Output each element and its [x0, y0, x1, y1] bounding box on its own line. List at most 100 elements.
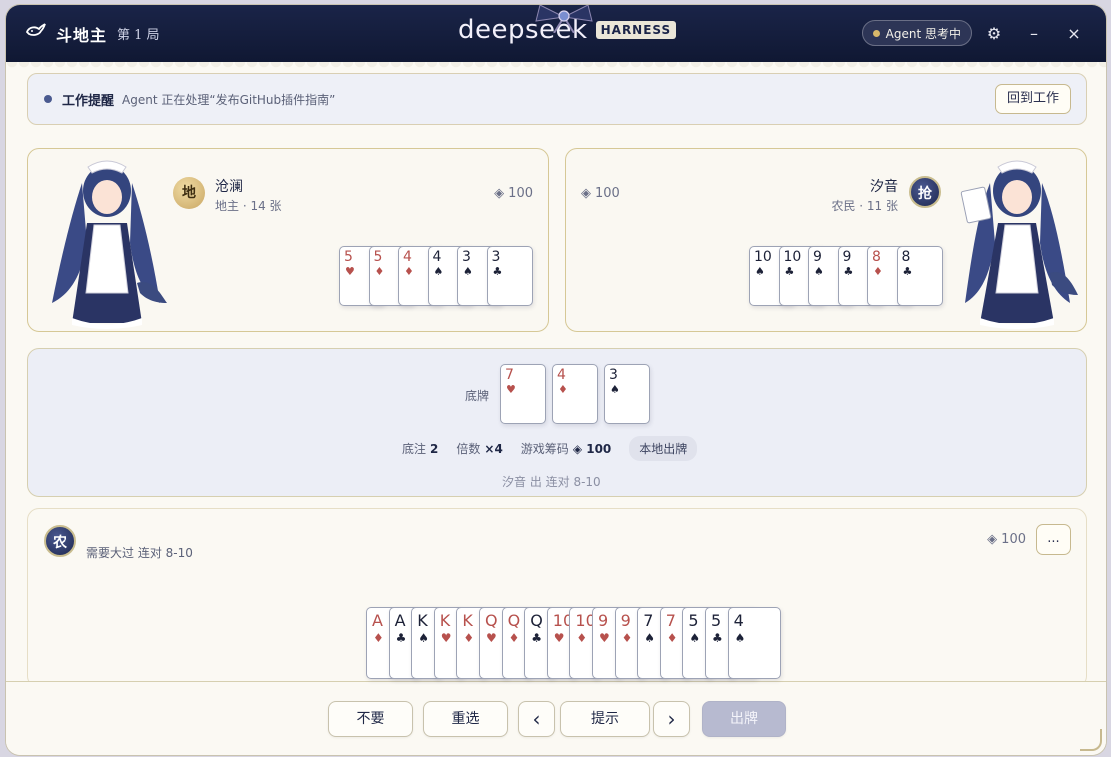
card-suit-icon: ♥ [553, 631, 565, 645]
player-chips: ◈ 100 [494, 186, 533, 201]
brand-tag: HARNESS [595, 21, 677, 39]
minimize-button[interactable]: – [1016, 24, 1052, 43]
card-rank: 9 [598, 611, 609, 630]
chip-icon: ◈ [494, 186, 505, 201]
card-suit-icon: ♣ [395, 631, 407, 645]
game-stats: 底注 2 倍数 ×4 游戏筹码 ◈ 100 本地出牌 [402, 436, 698, 461]
card-suit-icon: ♠ [463, 265, 473, 278]
player-chips: ◈ 100 [581, 186, 620, 201]
multiplier-label: 倍数 [456, 442, 481, 456]
card-rank: 4 [432, 249, 442, 265]
player-hand-panel: 农 需要大过 连对 8-10 ◈ 100 ... A ♦ A ♣ K ♠ K ♥ K ♦ Q ♥ Q ♦ Q ♣… [27, 508, 1087, 688]
table-center: 底牌 7 ♥ 4 ♦ 3 ♠ 底注 2 倍数 ×4 游戏筹码 ◈ 100 本地出牌 汐音 出 连… [27, 348, 1087, 497]
card-suit-icon: ♦ [374, 265, 385, 278]
work-reminder-banner: 工作提醒 Agent 正在处理“发布GitHub插件指南” 回到工作 [27, 73, 1087, 125]
card-suit-icon: ♦ [576, 631, 588, 645]
card-rank: 5 [344, 249, 353, 265]
chip-icon: ◈ [987, 532, 998, 547]
card-suit-icon: ♦ [508, 631, 520, 645]
landlord-badge: 地 [173, 177, 205, 209]
pass-button[interactable]: 不要 [328, 701, 413, 737]
bottom-cards-label: 底牌 [465, 389, 490, 403]
player-chips: ◈ 100 [987, 532, 1026, 547]
play-history: 汐音 出 连对 8-10 [502, 475, 601, 489]
card-rank: 9 [813, 249, 822, 265]
card-rank: 5 [688, 611, 699, 630]
card-suit-icon: ♠ [610, 383, 620, 396]
notice-title: 工作提醒 [62, 93, 115, 109]
card-rank: 4 [403, 249, 412, 265]
card-suit-icon: ♠ [418, 631, 429, 645]
bow-ornament-icon [535, 5, 593, 33]
base-label: 底注 [402, 442, 427, 456]
card-suit-icon: ♥ [345, 265, 355, 278]
close-button[interactable]: × [1056, 24, 1092, 43]
chip-icon: ◈ [581, 186, 591, 201]
agent-status-text: Agent 思考中 [885, 26, 961, 41]
card-suit-icon: ♣ [784, 265, 795, 278]
opponent-panel-right: ◈ 100 汐音 农民 · 11 张 抢 10 ♠ 10 ♣ 9 ♠ 9 ♣ 8 ♦ 8 ♣ [565, 148, 1087, 332]
card-rank: 10 [754, 249, 772, 265]
reset-button[interactable]: 重选 [423, 701, 508, 737]
play-button[interactable]: 出牌 [702, 701, 786, 737]
card-rank: 7 [665, 611, 676, 630]
card-rank: Q [485, 611, 498, 630]
card-suit-icon: ♥ [486, 631, 497, 645]
card-suit-icon: ♦ [463, 631, 475, 645]
prev-hint-button[interactable]: ‹ [518, 701, 555, 737]
card-rank: Q [507, 611, 521, 630]
player-role: 地主 · 14 张 [215, 199, 282, 213]
card-rank: 9 [842, 249, 852, 265]
card-rank: 7 [505, 367, 514, 383]
playing-card: 8 ♣ [896, 246, 943, 306]
card-rank: 10 [783, 249, 802, 265]
resize-handle[interactable] [1080, 729, 1102, 751]
status-dot [872, 29, 880, 37]
playing-card: 3 ♣ [486, 246, 533, 306]
playing-card[interactable]: 4 ♠ [727, 607, 781, 679]
card-rank: 5 [373, 249, 383, 265]
card-suit-icon: ♥ [506, 383, 516, 396]
card-suit-icon: ♣ [712, 631, 723, 645]
round-label: 第 1 局 [117, 28, 160, 43]
card-suit-icon: ♣ [902, 265, 913, 278]
more-button[interactable]: ... [1036, 524, 1071, 555]
card-rank: 8 [901, 249, 911, 265]
card-rank: K [462, 611, 473, 630]
playing-card: 3 ♠ [604, 364, 650, 424]
card-suit-icon: ♦ [404, 265, 414, 278]
card-suit-icon: ♠ [814, 265, 824, 278]
gear-icon[interactable]: ⚙ [976, 24, 1012, 43]
card-rank: 9 [620, 611, 631, 630]
multiplier-value: ×4 [484, 441, 503, 456]
title-bar: 斗地主 第 1 局 deepseek HARNESS Agent 思考中 ⚙ –… [6, 5, 1106, 62]
local-play-pill[interactable]: 本地出牌 [629, 436, 698, 461]
notice-text: Agent 正在处理“发布GitHub插件指南” [122, 92, 336, 107]
chips-label: 游戏筹码 [520, 442, 569, 456]
chip-icon: ◈ [572, 441, 587, 456]
card-suit-icon: ♦ [621, 631, 633, 645]
card-rank: 3 [462, 249, 471, 265]
playing-card: 7 ♥ [500, 364, 546, 424]
requirement-text: 需要大过 连对 8-10 [86, 546, 193, 560]
agent-status-pill[interactable]: Agent 思考中 [861, 20, 972, 46]
player-name: 汐音 [870, 179, 898, 195]
card-suit-icon: ♦ [873, 265, 883, 278]
card-suit-icon: ♠ [644, 631, 655, 645]
card-rank: Q [530, 611, 543, 630]
base-value: 2 [430, 441, 439, 456]
grab-badge: 抢 [909, 176, 941, 208]
card-suit-icon: ♣ [492, 265, 503, 278]
back-to-work-button[interactable]: 回到工作 [994, 84, 1071, 114]
chips-value: ◈ 100 [572, 441, 612, 456]
card-suit-icon: ♦ [666, 631, 678, 645]
notice-dot [44, 95, 52, 103]
card-suit-icon: ♥ [599, 631, 610, 645]
playing-card: 4 ♦ [552, 364, 598, 424]
player-name: 沧澜 [215, 179, 243, 195]
opponent-panel-left: 地 沧澜 地主 · 14 张 ◈ 100 5 ♥ 5 ♦ 4 ♦ 4 ♠ 3 ♠ 3 ♣ [27, 148, 549, 332]
hint-button[interactable]: 提示 [560, 701, 650, 737]
card-rank: A [394, 611, 406, 630]
card-suit-icon: ♠ [755, 265, 765, 278]
next-hint-button[interactable]: › [653, 701, 690, 737]
